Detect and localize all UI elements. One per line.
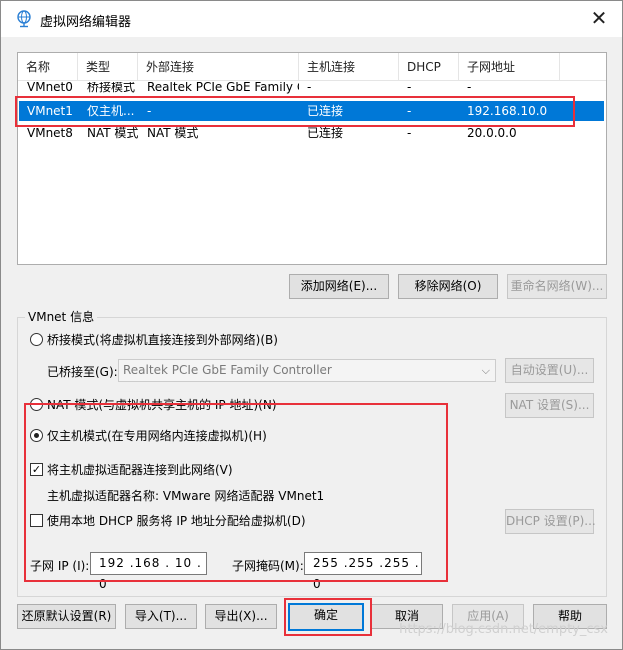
subnet-ip-label: 子网 IP (I): [30, 559, 90, 573]
subnet-ip-input[interactable]: 192 .168 . 10 . 0 [90, 552, 207, 591]
bridged-to-label: 已桥接至(G): [47, 365, 118, 379]
table-row-selected[interactable]: VMnet1 仅主机... - 已连接 - 192.168.10.0 [19, 101, 604, 121]
cell-host: 已连接 [307, 104, 344, 118]
table-header: 名称 类型 外部连接 主机连接 DHCP 子网地址 [18, 53, 606, 81]
table-row[interactable]: VMnet0 桥接模式 Realtek PCIe GbE Family Co..… [19, 82, 604, 96]
column-header-subnet[interactable]: 子网地址 [459, 53, 560, 81]
cell-name: VMnet0 [27, 82, 73, 94]
adapter-name-label: 主机虚拟适配器名称: VMware 网络适配器 VMnet1 [47, 489, 325, 503]
rename-network-button[interactable]: 重命名网络(W)... [507, 274, 607, 299]
subnet-mask-label: 子网掩码(M): [232, 559, 304, 573]
cell-type: NAT 模式 [87, 126, 139, 140]
title-bar: 虚拟网络编辑器 ✕ [1, 1, 622, 37]
cell-external: - [147, 104, 152, 118]
column-header-external[interactable]: 外部连接 [138, 53, 299, 81]
subnet-mask-input[interactable]: 255 .255 .255 . 0 [304, 552, 422, 591]
connect-adapter-label: 将主机虚拟适配器连接到此网络(V) [47, 463, 233, 477]
cell-dhcp: - [407, 126, 412, 140]
nat-mode-label: NAT 模式(与虚拟机共享主机的 IP 地址)(N) [47, 398, 277, 412]
add-network-button[interactable]: 添加网络(E)... [289, 274, 389, 299]
nat-settings-button[interactable]: NAT 设置(S)... [505, 393, 594, 418]
cell-dhcp: - [407, 104, 412, 118]
cell-host: - [307, 82, 312, 94]
column-header-type[interactable]: 类型 [78, 53, 138, 81]
cell-subnet: 20.0.0.0 [467, 126, 517, 140]
bridged-to-select[interactable]: Realtek PCIe GbE Family Controller ⌵ [118, 359, 496, 382]
cell-external: Realtek PCIe GbE Family Co... [147, 82, 299, 94]
nat-mode-radio[interactable] [30, 398, 43, 411]
bridged-mode-label: 桥接模式(将虚拟机直接连接到外部网络)(B) [47, 333, 278, 347]
vmnet-info-group-label: VMnet 信息 [25, 308, 98, 325]
bridged-to-value: Realtek PCIe GbE Family Controller [123, 363, 332, 377]
restore-defaults-button[interactable]: 还原默认设置(R) [17, 604, 116, 629]
cell-name: VMnet1 [27, 104, 73, 118]
auto-settings-button[interactable]: 自动设置(U)... [505, 358, 594, 383]
host-only-mode-label: 仅主机模式(在专用网络内连接虚拟机)(H) [47, 429, 267, 443]
remove-network-button[interactable]: 移除网络(O) [398, 274, 498, 299]
network-table[interactable]: 名称 类型 外部连接 主机连接 DHCP 子网地址 VMnet0 桥接模式 Re… [17, 52, 607, 265]
column-header-host[interactable]: 主机连接 [299, 53, 399, 81]
cell-host: 已连接 [307, 126, 344, 140]
close-icon[interactable]: ✕ [586, 7, 612, 31]
host-only-mode-radio[interactable] [30, 429, 43, 442]
cell-subnet: 192.168.10.0 [467, 104, 548, 118]
network-globe-icon [17, 10, 31, 28]
cell-external: NAT 模式 [147, 126, 199, 140]
chevron-down-icon: ⌵ [481, 364, 490, 377]
cell-name: VMnet8 [27, 126, 73, 140]
window-title: 虚拟网络编辑器 [40, 15, 132, 30]
cell-type: 仅主机... [87, 104, 135, 118]
table-row[interactable]: VMnet8 NAT 模式 NAT 模式 已连接 - 20.0.0.0 [19, 123, 604, 143]
cell-subnet: - [467, 82, 472, 94]
watermark-text: https://blog.csdn.net/empty_csx [399, 622, 608, 637]
column-header-dhcp[interactable]: DHCP [399, 53, 459, 81]
import-button[interactable]: 导入(T)... [125, 604, 197, 629]
cell-type: 桥接模式 [87, 82, 136, 94]
dhcp-settings-button[interactable]: DHCP 设置(P)... [505, 509, 596, 534]
bridged-mode-radio[interactable] [30, 333, 43, 346]
virtual-network-editor-dialog: 虚拟网络编辑器 ✕ 名称 类型 外部连接 主机连接 DHCP 子网地址 VMne… [0, 0, 623, 650]
export-button[interactable]: 导出(X)... [205, 604, 277, 629]
ok-button[interactable]: 确定 [288, 603, 364, 631]
cell-dhcp: - [407, 82, 412, 94]
column-header-name[interactable]: 名称 [18, 53, 78, 81]
connect-adapter-checkbox[interactable]: ✓ [30, 463, 43, 476]
dhcp-label: 使用本地 DHCP 服务将 IP 地址分配给虚拟机(D) [47, 514, 306, 528]
dhcp-checkbox[interactable] [30, 514, 43, 527]
